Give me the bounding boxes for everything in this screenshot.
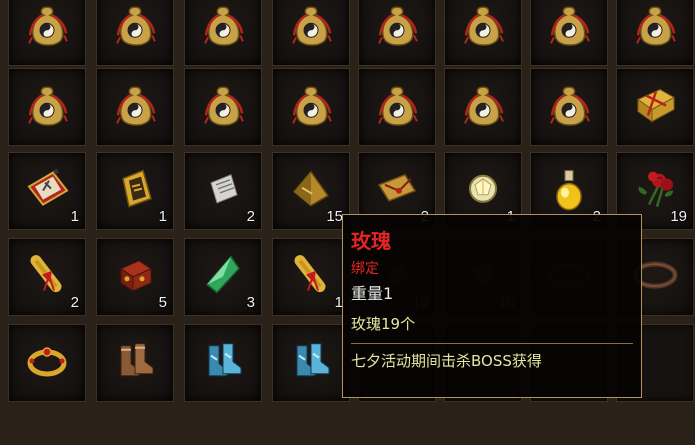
item-count: 1	[70, 208, 79, 225]
inventory-slot[interactable]	[616, 68, 694, 146]
inventory-slot[interactable]	[444, 68, 522, 146]
inventory-slot[interactable]: 5	[96, 238, 174, 316]
item-tooltip: 玫瑰 绑定 重量1 玫瑰19个 七夕活动期间击杀BOSS获得	[342, 214, 642, 398]
inventory-slot[interactable]	[272, 324, 350, 402]
inventory-slot[interactable]	[96, 68, 174, 146]
item-count: 2	[70, 294, 79, 311]
item-count: 3	[246, 294, 255, 311]
inventory-slot[interactable]	[184, 68, 262, 146]
inventory-slot[interactable]: 2	[8, 238, 86, 316]
inventory-slot[interactable]	[444, 0, 522, 66]
item-count: 1	[158, 208, 167, 225]
tooltip-divider	[351, 343, 633, 344]
inventory-slot[interactable]	[96, 324, 174, 402]
inventory-slot[interactable]	[272, 0, 350, 66]
inventory-slot[interactable]: 2	[184, 152, 262, 230]
inventory-slot[interactable]	[530, 0, 608, 66]
item-count: 15	[326, 208, 343, 225]
inventory-slot[interactable]	[8, 324, 86, 402]
inventory-slot[interactable]	[358, 0, 436, 66]
tooltip-description: 七夕活动期间击杀BOSS获得	[351, 352, 542, 370]
inventory-slot[interactable]	[358, 68, 436, 146]
item-count: 19	[670, 208, 687, 225]
tooltip-quantity: 玫瑰19个	[351, 315, 416, 333]
inventory-slot[interactable]	[616, 0, 694, 66]
inventory-slot[interactable]	[530, 68, 608, 146]
item-count: 5	[158, 294, 167, 311]
inventory-slot[interactable]: 3	[184, 238, 262, 316]
inventory-slot[interactable]: 1	[96, 152, 174, 230]
tooltip-weight: 重量1	[351, 284, 394, 303]
inventory-slot[interactable]	[96, 0, 174, 66]
inventory-slot[interactable]	[8, 0, 86, 66]
inventory-slot[interactable]: 1	[8, 152, 86, 230]
inventory-slot[interactable]	[184, 0, 262, 66]
inventory-slot[interactable]	[8, 68, 86, 146]
tooltip-item-name: 玫瑰	[351, 229, 391, 253]
item-count: 2	[246, 208, 255, 225]
inventory-slot[interactable]	[184, 324, 262, 402]
tooltip-bound-status: 绑定	[351, 261, 379, 277]
inventory-slot[interactable]: 1	[272, 238, 350, 316]
inventory-slot[interactable]: 15	[272, 152, 350, 230]
inventory-slot[interactable]	[272, 68, 350, 146]
